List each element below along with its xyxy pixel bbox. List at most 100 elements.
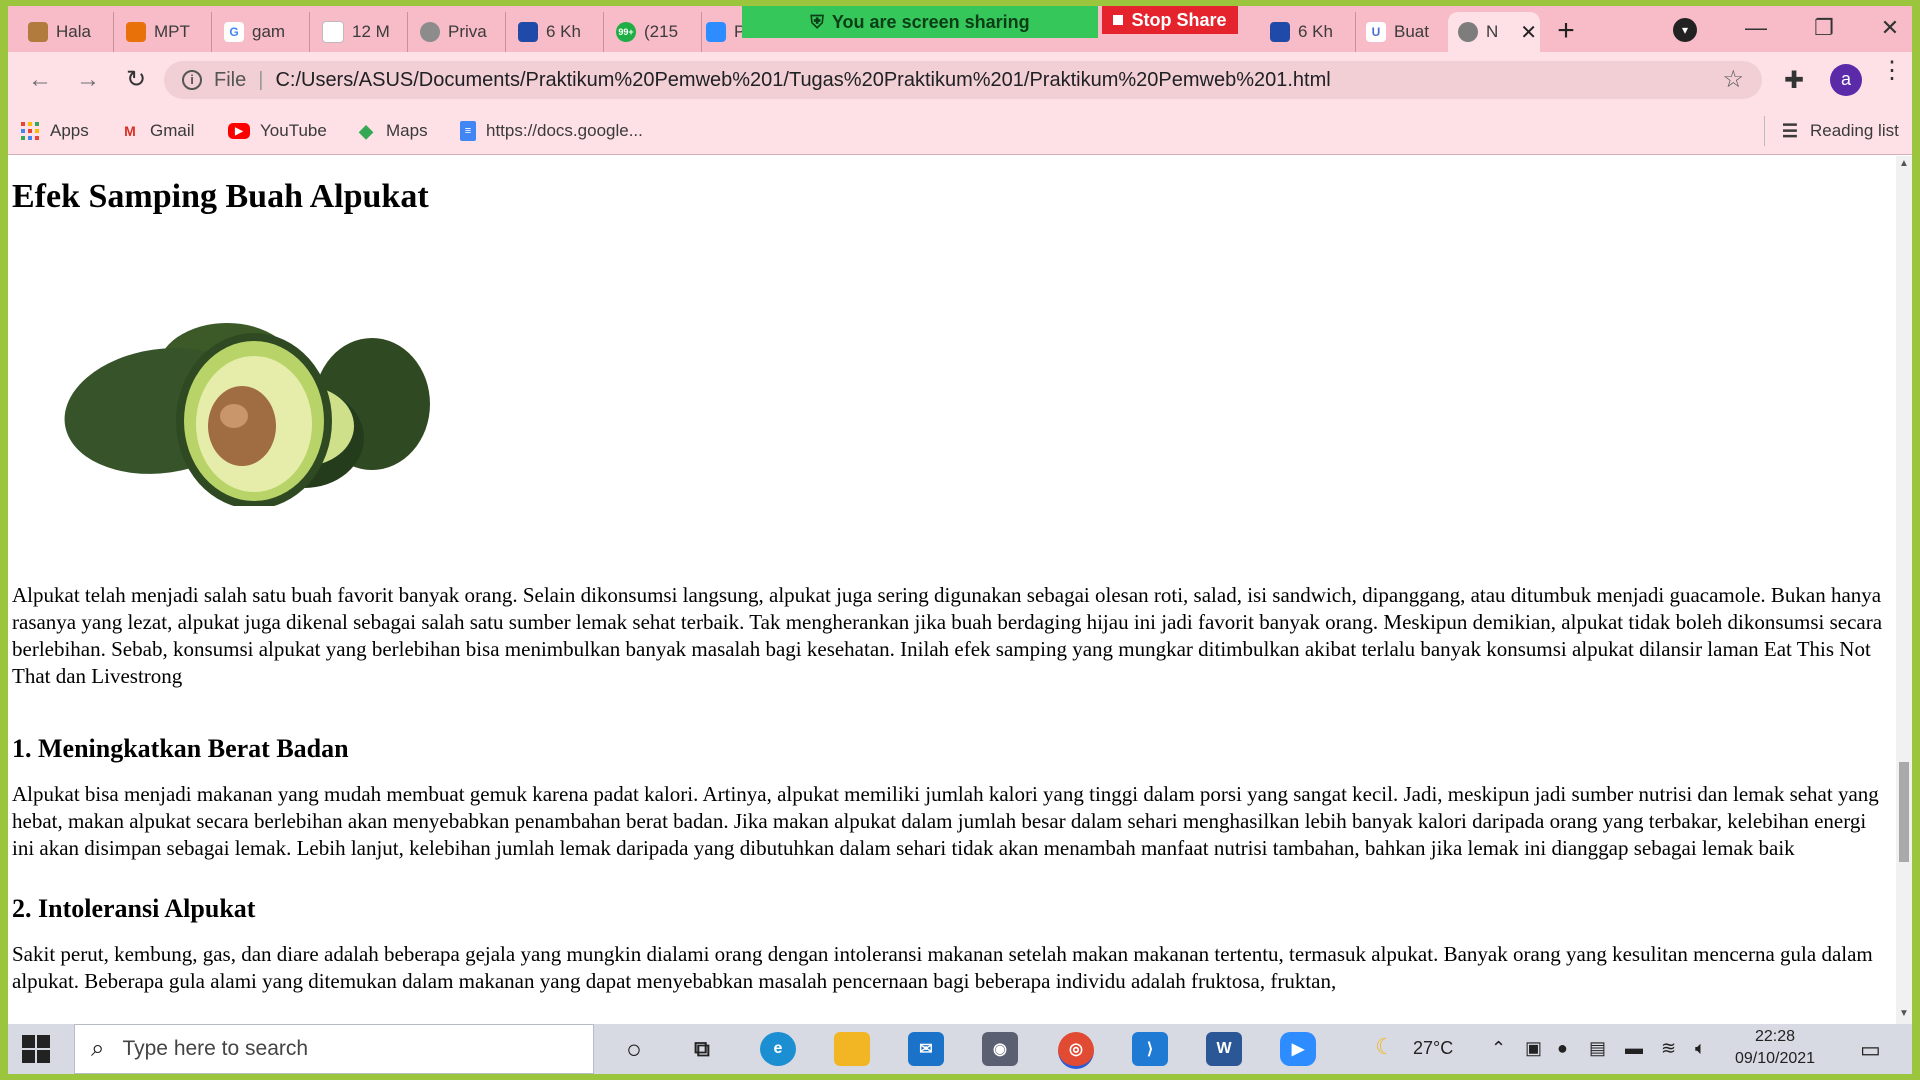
reading-list-button[interactable]: ☰ Reading list (1780, 118, 1899, 144)
search-icon: ⌕ (91, 1035, 105, 1062)
new-tab-button[interactable]: + (1548, 14, 1584, 50)
divider: | (258, 68, 264, 91)
tab-search-icon[interactable]: ▾ (1673, 18, 1697, 42)
bookmark-label: Gmail (150, 121, 195, 140)
meet-now-icon[interactable]: ▣ (1525, 1038, 1542, 1059)
address-bar[interactable]: i File | C:/Users/ASUS/Documents/Praktik… (164, 61, 1762, 99)
page-content: Efek Samping Buah Alpukat Alpukat telah … (8, 156, 1896, 1024)
word-icon[interactable]: W (1206, 1032, 1242, 1066)
tab[interactable]: Hala (18, 12, 114, 52)
bookmark-star-icon[interactable]: ☆ (1722, 65, 1744, 94)
tab-title: Priva (448, 22, 487, 41)
notification-icon[interactable]: ▭ (1860, 1037, 1881, 1063)
microphone-icon[interactable]: ● (1557, 1038, 1568, 1059)
apps-grid-icon (20, 121, 40, 141)
volume-icon[interactable]: 🔈︎ (1695, 1038, 1706, 1059)
task-view-icon[interactable]: ⧉ (684, 1032, 720, 1066)
tab-title: Buat (1394, 22, 1429, 41)
section-heading: 1. Meningkatkan Berat Badan (12, 734, 349, 763)
bookmark-docs[interactable]: ≡ https://docs.google... (460, 118, 643, 144)
file-explorer-icon[interactable] (834, 1032, 870, 1066)
section-paragraph: Alpukat bisa menjadi makanan yang mudah … (12, 782, 1879, 860)
tab[interactable]: Priva (410, 12, 506, 52)
tab[interactable]: Po (696, 12, 742, 52)
zoom-icon[interactable]: ▶ (1280, 1032, 1316, 1066)
menu-kebab-icon[interactable]: ⋮ (1880, 59, 1904, 83)
scroll-up-icon[interactable]: ▲ (1899, 158, 1909, 169)
screen-share-banner: ⛨ You are screen sharing (742, 6, 1098, 38)
tab-title: (215 (644, 22, 679, 41)
tab-favicon-icon: U (1366, 22, 1386, 42)
tab-favicon-icon (28, 22, 48, 42)
wifi-icon[interactable]: ≋ (1661, 1038, 1676, 1059)
page-title: Efek Samping Buah Alpukat (12, 178, 429, 215)
bookmarks-bar: Apps M Gmail ▶ YouTube ◆ Maps ≡ https://… (8, 108, 1912, 155)
tab[interactable]: 99+ (215 (606, 12, 702, 52)
zoom-icon (706, 22, 726, 42)
tab-favicon-icon (518, 22, 538, 42)
tab[interactable]: U Buat (1356, 12, 1452, 52)
divider (1764, 116, 1765, 146)
close-tab-icon[interactable]: ✕ (1520, 20, 1537, 45)
avatar[interactable]: a (1830, 64, 1862, 96)
vertical-scrollbar[interactable]: ▲ ▼ (1896, 156, 1912, 1024)
tab-title: 12 M (352, 22, 390, 41)
stop-share-label: Stop Share (1131, 9, 1227, 30)
search-placeholder: Type here to search (122, 1037, 309, 1060)
url-scheme-label: File (214, 68, 247, 91)
bookmark-youtube[interactable]: ▶ YouTube (228, 118, 327, 144)
tab[interactable]: 12 M (312, 12, 408, 52)
share-banner-text: You are screen sharing (831, 11, 1030, 32)
shield-icon: ⛨ (810, 11, 824, 32)
edge-icon[interactable]: e (760, 1032, 796, 1066)
whatsapp-icon: 99+ (616, 22, 636, 42)
tab[interactable]: MPT (116, 12, 212, 52)
cortana-icon[interactable]: ○ (616, 1032, 652, 1066)
close-window-button[interactable]: ✕ (1870, 10, 1910, 46)
clock[interactable]: 22:28 09/10/2021 (1735, 1026, 1815, 1070)
tab[interactable]: 6 Kh (508, 12, 604, 52)
minimize-button[interactable]: — (1736, 10, 1776, 46)
tab[interactable]: G gam (214, 12, 310, 52)
google-icon: G (224, 22, 244, 42)
info-icon[interactable]: i (182, 70, 202, 90)
section-heading: 2. Intoleransi Alpukat (12, 894, 256, 923)
windows-start-icon[interactable] (22, 1035, 50, 1063)
battery-icon[interactable]: ▬ (1625, 1038, 1643, 1059)
scroll-down-icon[interactable]: ▼ (1899, 1008, 1909, 1019)
docs-icon: ≡ (460, 121, 476, 141)
screen-icon[interactable]: ▤ (1589, 1038, 1606, 1059)
chrome-icon[interactable]: ◎ (1058, 1032, 1094, 1069)
reading-list-icon: ☰ (1781, 120, 1799, 141)
tab[interactable]: 6 Kh (1260, 12, 1356, 52)
tab-favicon-icon (322, 21, 344, 43)
tab-strip: Hala MPT G gam 12 M Priva 6 Kh 99+ (215 … (8, 6, 1912, 52)
tab-title: 6 Kh (546, 22, 581, 41)
taskbar-search-input[interactable]: ⌕ Type here to search (74, 1024, 594, 1074)
bookmark-maps[interactable]: ◆ Maps (356, 118, 428, 144)
forward-arrow-icon[interactable]: → (70, 62, 106, 98)
scrollbar-thumb[interactable] (1899, 762, 1909, 862)
tab-favicon-icon (1270, 22, 1290, 42)
reload-icon[interactable]: ↻ (118, 62, 154, 98)
stop-share-button[interactable]: Stop Share (1102, 6, 1238, 34)
gmail-icon: M (124, 123, 136, 139)
tab-active[interactable]: N ✕ (1448, 12, 1540, 52)
url-text[interactable]: C:/Users/ASUS/Documents/Praktikum%20Pemw… (275, 69, 1330, 92)
reading-list-label: Reading list (1810, 121, 1899, 140)
back-arrow-icon[interactable]: ← (22, 62, 58, 98)
camera-icon[interactable]: ◉ (982, 1032, 1018, 1066)
vscode-icon[interactable]: ⟩ (1132, 1032, 1168, 1066)
bookmark-gmail[interactable]: M Gmail (120, 118, 194, 144)
chevron-up-icon[interactable]: ⌃ (1491, 1038, 1506, 1059)
extensions-puzzle-icon[interactable]: ✚ (1784, 66, 1804, 95)
tab-favicon-icon (126, 22, 146, 42)
bookmark-apps[interactable]: Apps (20, 118, 89, 144)
mail-icon[interactable]: ✉ (908, 1032, 944, 1066)
bookmark-label: Maps (386, 121, 428, 140)
restore-button[interactable]: ❐ (1804, 10, 1844, 46)
weather-icon[interactable]: ☾ (1375, 1034, 1395, 1060)
weather-temp[interactable]: 27°C (1413, 1038, 1453, 1059)
maps-icon: ◆ (359, 120, 373, 141)
bookmark-label: YouTube (260, 121, 327, 140)
